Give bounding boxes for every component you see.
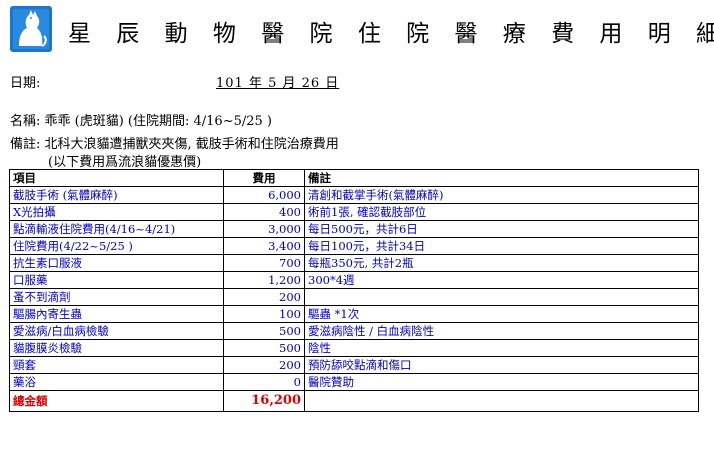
table-row: 愛滋病/白血病檢驗 500 愛滋病陰性 / 白血病陰性	[9, 322, 699, 340]
date-label: 日期:	[10, 76, 41, 91]
table-row: 貓腹膜炎檢驗 500 陰性	[9, 339, 699, 357]
date-value: 101 年 5 月 26 日	[216, 76, 340, 91]
row-cost: 6,000	[223, 186, 305, 204]
row-note: 陰性	[304, 339, 699, 357]
header-cost: 費用	[223, 169, 305, 187]
table-row: 藥浴 0 醫院贊助	[9, 373, 699, 391]
row-note: 醫院贊助	[304, 373, 699, 391]
row-item: 頸套	[9, 356, 224, 374]
row-note: 300*4週	[304, 271, 699, 289]
row-note: 愛滋病陰性 / 白血病陰性	[304, 322, 699, 340]
header-item: 項目	[9, 169, 224, 187]
row-item: 點滴輸液住院費用(4/16~4/21)	[9, 220, 224, 238]
row-note: 術前1張, 確認截肢部位	[304, 203, 699, 221]
row-item: 住院費用(4/22~5/25 )	[9, 237, 224, 255]
row-cost: 700	[223, 254, 305, 272]
row-item: 蚤不到滴劑	[9, 288, 224, 306]
header-note: 備註	[304, 169, 699, 187]
row-item: 口服藥	[9, 271, 224, 289]
row-item: 抗生素口服液	[9, 254, 224, 272]
row-item: 愛滋病/白血病檢驗	[9, 322, 224, 340]
table-row: 蚤不到滴劑 200	[9, 288, 699, 306]
row-note: 預防舔咬點滴和傷口	[304, 356, 699, 374]
cat-silhouette-logo-icon	[10, 6, 52, 52]
table-header-row: 項目 費用 備註	[9, 169, 699, 187]
table-row: 驅腸內寄生蟲 100 驅蟲 *1次	[9, 305, 699, 323]
row-note: 每日100元，共計34日	[304, 237, 699, 255]
total-row: 總金額 16,200	[9, 390, 699, 412]
row-note: 驅蟲 *1次	[304, 305, 699, 323]
row-item: 驅腸內寄生蟲	[9, 305, 224, 323]
row-item: 藥浴	[9, 373, 224, 391]
table-row: 頸套 200 預防舔咬點滴和傷口	[9, 356, 699, 374]
row-note: 每日500元，共計6日	[304, 220, 699, 238]
row-cost: 500	[223, 339, 305, 357]
row-item: X光拍攝	[9, 203, 224, 221]
table-row: X光拍攝 400 術前1張, 確認截肢部位	[9, 203, 699, 221]
row-item: 截肢手術 (氣體麻醉)	[9, 186, 224, 204]
row-item: 貓腹膜炎檢驗	[9, 339, 224, 357]
row-cost: 200	[223, 356, 305, 374]
total-note	[304, 390, 699, 412]
fee-table: 項目 費用 備註 截肢手術 (氣體麻醉) 6,000 清創和截掌手術(氣體麻醉) X…	[9, 169, 699, 412]
row-cost: 100	[223, 305, 305, 323]
table-row: 截肢手術 (氣體麻醉) 6,000 清創和截掌手術(氣體麻醉)	[9, 186, 699, 204]
row-cost: 500	[223, 322, 305, 340]
row-cost: 3,000	[223, 220, 305, 238]
table-row: 口服藥 1,200 300*4週	[9, 271, 699, 289]
row-cost: 0	[223, 373, 305, 391]
patient-name-line: 名稱: 乖乖 (虎斑貓) (住院期間: 4/16~5/25 )	[10, 114, 272, 129]
row-note: 清創和截掌手術(氣體麻醉)	[304, 186, 699, 204]
discount-note: (以下費用爲流浪貓優惠價)	[48, 155, 202, 170]
table-row: 點滴輸液住院費用(4/16~4/21) 3,000 每日500元，共計6日	[9, 220, 699, 238]
row-cost: 3,400	[223, 237, 305, 255]
table-row: 抗生素口服液 700 每瓶350元, 共計2瓶	[9, 254, 699, 272]
remark-line: 備註: 北科大浪貓遭捕獸夾夾傷, 截肢手術和住院治療費用	[10, 137, 339, 152]
row-cost: 1,200	[223, 271, 305, 289]
table-row: 住院費用(4/22~5/25 ) 3,400 每日100元，共計34日	[9, 237, 699, 255]
total-label: 總金額	[9, 390, 224, 412]
page-title: 星 辰 動 物 醫 院 住 院 醫 療 費 用 明 細	[68, 21, 714, 47]
row-note	[304, 288, 699, 306]
row-cost: 400	[223, 203, 305, 221]
row-cost: 200	[223, 288, 305, 306]
total-amount: 16,200	[223, 390, 305, 412]
row-note: 每瓶350元, 共計2瓶	[304, 254, 699, 272]
